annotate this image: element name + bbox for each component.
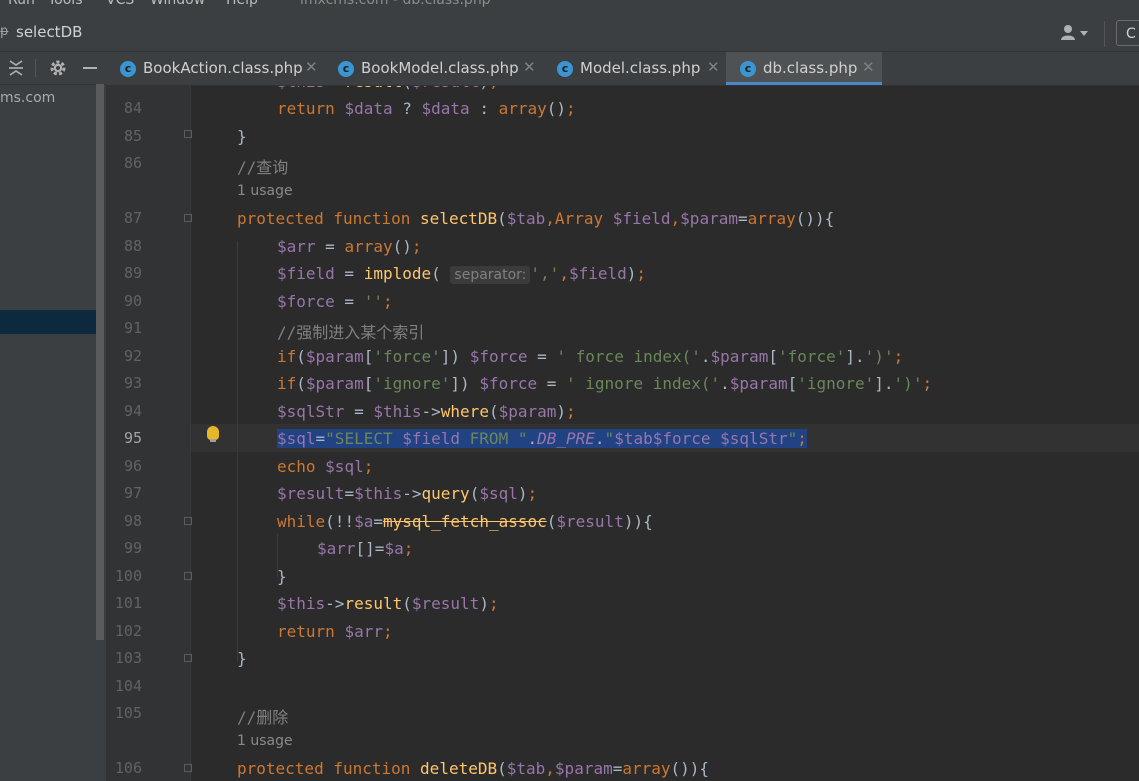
code-line[interactable]: //删除 (237, 704, 288, 728)
php-class-icon: c (120, 61, 136, 77)
code-line[interactable]: while(!!$a=mysql_fetch_assoc($result)){ (277, 512, 653, 531)
code-line[interactable]: } (277, 567, 287, 586)
code-line[interactable]: protected function selectDB($tab,Array $… (237, 209, 834, 228)
close-icon[interactable]: ✕ (523, 58, 536, 76)
code-line[interactable]: $sqlStr = $this->where($param); (277, 402, 576, 421)
fold-start-icon[interactable] (184, 214, 192, 222)
code-line[interactable]: $arr[]=$a; (317, 539, 413, 558)
fold-start-icon[interactable] (184, 764, 192, 772)
code-line[interactable]: //查询 (237, 154, 288, 178)
code-line[interactable]: $this->result($result); (277, 594, 499, 613)
menu-bar: Run Tools VCS Window Help lmxcms.com - d… (0, 0, 1139, 15)
method-icon: ᵽ (0, 24, 9, 39)
code-line[interactable]: $field = implode( separator: ',',$field); (277, 264, 646, 284)
tab-bookaction[interactable]: c BookAction.class.php ✕ (106, 52, 323, 85)
tab-db[interactable]: c db.class.php ✕ (726, 52, 882, 85)
line-number: 99 (123, 539, 142, 557)
minimize-icon[interactable] (82, 59, 98, 77)
php-class-icon: c (338, 61, 354, 77)
line-number: 98 (123, 512, 142, 530)
run-configuration-dropdown[interactable]: C (1116, 20, 1139, 46)
code-editor[interactable]: 83 84 85 86 87 88 89 90 91 92 93 94 95 9… (106, 86, 1139, 781)
collapse-all-icon[interactable] (8, 58, 24, 78)
editor-tab-bar: c BookAction.class.php ✕ c BookModel.cla… (106, 52, 1139, 86)
tab-bookmodel[interactable]: c BookModel.class.php ✕ (324, 52, 542, 85)
code-line[interactable]: return $arr; (277, 622, 393, 641)
line-number: 89 (123, 264, 142, 282)
line-number: 90 (123, 292, 142, 310)
line-number-current: 95 (123, 429, 142, 447)
code-line[interactable]: $this->result($result); (277, 86, 499, 91)
close-icon[interactable]: ✕ (305, 58, 318, 76)
line-number: 94 (123, 402, 142, 420)
close-icon[interactable]: ✕ (862, 58, 875, 76)
line-number: 84 (123, 99, 142, 117)
line-number: 103 (114, 649, 142, 667)
line-number: 93 (123, 374, 142, 392)
code-line[interactable]: } (237, 649, 247, 668)
lightbulb-icon[interactable] (207, 426, 219, 442)
line-number: 88 (123, 237, 142, 255)
fold-end-icon[interactable] (184, 654, 192, 662)
toolbar-separator (1104, 21, 1105, 47)
window-title: lmxcms.com - db.class.php (300, 0, 491, 8)
project-scrollbar[interactable] (96, 84, 104, 640)
code-line[interactable]: $force = ''; (277, 292, 393, 311)
line-number: 104 (114, 677, 142, 695)
code-line[interactable]: protected function deleteDB($tab,$param=… (237, 759, 709, 778)
line-number: 101 (114, 594, 142, 612)
code-line[interactable]: if($param['force']) $force = ' force ind… (277, 347, 903, 366)
code-line-selected[interactable]: $sql="SELECT $field FROM ".DB_PRE."$tab$… (277, 429, 807, 448)
line-number: 105 (114, 704, 142, 722)
project-toolbar (0, 52, 106, 85)
project-tree-item[interactable]: ms.com (0, 90, 55, 106)
gear-icon[interactable] (49, 59, 67, 77)
tab-label: Model.class.php (580, 59, 701, 77)
line-number: 96 (123, 457, 142, 475)
line-number: 86 (123, 154, 142, 172)
code-line[interactable]: //强制进入某个索引 (277, 319, 424, 343)
menu-help[interactable]: Help (226, 0, 258, 8)
line-number: 106 (114, 759, 142, 777)
usage-hint[interactable]: 1 usage (237, 183, 293, 199)
line-number: 92 (123, 347, 142, 365)
line-number: 91 (123, 319, 142, 337)
project-tree-selected-row[interactable] (0, 310, 96, 334)
code-line[interactable]: $arr = array(); (277, 237, 422, 256)
menu-run[interactable]: Run (8, 0, 35, 8)
code-line[interactable]: echo $sql; (277, 457, 373, 476)
line-number: 87 (123, 209, 142, 227)
code-line[interactable]: return $data ? $data : array(); (277, 99, 576, 118)
tab-label: BookAction.class.php (143, 59, 303, 77)
fold-end-icon[interactable] (184, 572, 192, 580)
close-icon[interactable]: ✕ (707, 58, 720, 76)
project-panel: ms.com (0, 52, 106, 781)
menu-window[interactable]: Window (150, 0, 205, 8)
php-class-icon: c (557, 61, 573, 77)
line-number: 102 (114, 622, 142, 640)
indent-guide (237, 241, 238, 661)
code-line[interactable]: } (237, 127, 247, 146)
line-number: 85 (123, 127, 142, 145)
tab-label: db.class.php (763, 59, 858, 77)
user-icon[interactable] (1060, 23, 1096, 43)
toolbar-divider (35, 59, 36, 77)
fold-start-icon[interactable] (184, 517, 192, 525)
menu-vcs[interactable]: VCS (106, 0, 134, 8)
tab-model[interactable]: c Model.class.php ✕ (543, 52, 725, 85)
menu-tools[interactable]: Tools (48, 0, 83, 8)
editor-gutter: 83 84 85 86 87 88 89 90 91 92 93 94 95 9… (106, 86, 219, 781)
line-number: 97 (123, 484, 142, 502)
line-number: 83 (106, 86, 142, 90)
fold-end-icon[interactable] (184, 130, 192, 138)
usage-hint[interactable]: 1 usage (237, 733, 293, 749)
php-class-icon: c (740, 61, 756, 77)
code-line[interactable]: $result=$this->query($sql); (277, 484, 537, 503)
tab-label: BookModel.class.php (361, 59, 519, 77)
code-line[interactable]: if($param['ignore']) $force = ' ignore i… (277, 374, 932, 393)
line-number: 100 (114, 567, 142, 585)
breadcrumb-method[interactable]: selectDB (16, 23, 82, 41)
navigation-bar: ᵽ selectDB C (0, 15, 1139, 52)
